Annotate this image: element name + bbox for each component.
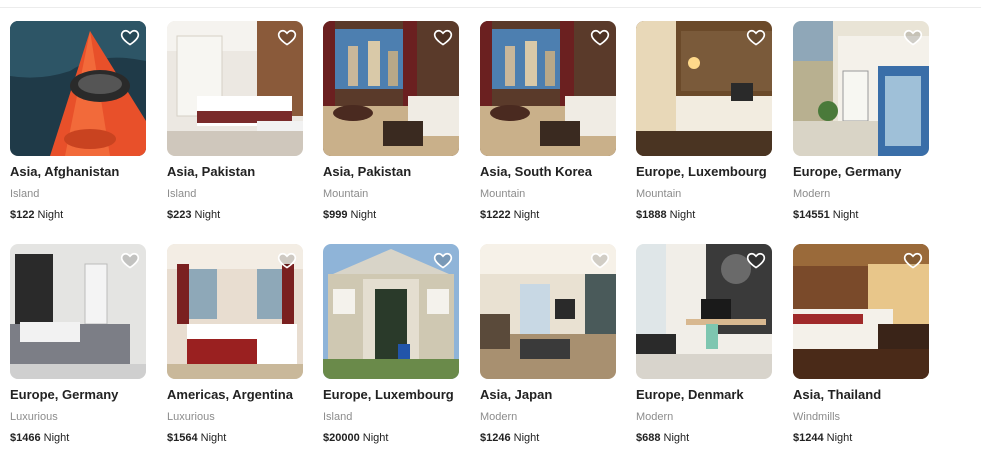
favorite-heart-icon[interactable]	[277, 250, 297, 270]
price-amount: $223	[167, 209, 192, 221]
listing-price: $223 Night	[167, 208, 303, 222]
listing-location: Europe, Germany	[10, 387, 119, 402]
listing-location: Europe, Luxembourg	[323, 387, 454, 402]
listing-photo[interactable]	[323, 244, 459, 379]
price-unit: Night	[200, 432, 227, 444]
listing-price: $14551 Night	[793, 208, 929, 222]
listing-price: $1564 Night	[167, 431, 303, 445]
price-amount: $688	[636, 432, 661, 444]
favorite-heart-icon[interactable]	[746, 250, 766, 270]
price-amount: $1244	[793, 432, 824, 444]
listing-photo[interactable]	[793, 244, 929, 379]
favorite-heart-icon[interactable]	[433, 250, 453, 270]
listing-location: Americas, Argentina	[167, 387, 293, 402]
listing-price: $1888 Night	[636, 208, 772, 222]
listing-location: Asia, Pakistan	[323, 164, 412, 179]
listings-page: Asia, Afghanistan Island $122 Night Asia…	[0, 0, 981, 467]
price-unit: Night	[43, 432, 70, 444]
price-unit: Night	[826, 432, 853, 444]
listing-price: $688 Night	[636, 431, 772, 445]
favorite-heart-icon[interactable]	[903, 27, 923, 47]
listing-category: Island	[167, 188, 197, 200]
favorite-heart-icon[interactable]	[120, 250, 140, 270]
price-amount: $1564	[167, 432, 198, 444]
listing-card[interactable]: Asia, Pakistan Island $223 Night	[167, 21, 303, 222]
listing-category: Windmills	[793, 411, 841, 423]
listing-card[interactable]: Asia, Pakistan Mountain $999 Night	[323, 21, 459, 222]
listing-card[interactable]: Europe, Germany Modern $14551 Night	[793, 21, 929, 222]
favorite-heart-icon[interactable]	[120, 27, 140, 47]
listing-location: Asia, Thailand	[793, 387, 882, 402]
listing-photo[interactable]	[793, 21, 929, 156]
listing-price: $1244 Night	[793, 431, 929, 445]
price-unit: Night	[513, 432, 540, 444]
listing-price: $1222 Night	[480, 208, 616, 222]
price-amount: $122	[10, 209, 35, 221]
favorite-heart-icon[interactable]	[277, 27, 297, 47]
price-amount: $1222	[480, 209, 511, 221]
listing-card[interactable]: Asia, South Korea Mountain $1222 Night	[480, 21, 616, 222]
listing-location: Asia, Japan	[480, 387, 553, 402]
listing-card[interactable]: Europe, Luxembourg Island $20000 Night	[323, 244, 459, 445]
listing-location: Asia, South Korea	[480, 164, 592, 179]
listing-category: Mountain	[636, 188, 682, 200]
listing-price: $1246 Night	[480, 431, 616, 445]
listing-category: Island	[10, 188, 40, 200]
listing-category: Modern	[793, 188, 831, 200]
listing-photo[interactable]	[167, 244, 303, 379]
listing-location: Europe, Germany	[793, 164, 902, 179]
listing-photo[interactable]	[10, 21, 146, 156]
price-amount: $1466	[10, 432, 41, 444]
listing-photo[interactable]	[323, 21, 459, 156]
listing-price: $122 Night	[10, 208, 146, 222]
listing-photo[interactable]	[480, 21, 616, 156]
listing-card[interactable]: Asia, Thailand Windmills $1244 Night	[793, 244, 929, 445]
listing-photo[interactable]	[167, 21, 303, 156]
favorite-heart-icon[interactable]	[903, 250, 923, 270]
listing-photo[interactable]	[636, 244, 772, 379]
price-amount: $1246	[480, 432, 511, 444]
listing-card[interactable]: Europe, Denmark Modern $688 Night	[636, 244, 772, 445]
listing-category: Modern	[636, 411, 674, 423]
listing-price: $999 Night	[323, 208, 459, 222]
listing-category: Mountain	[323, 188, 369, 200]
listing-photo[interactable]	[480, 244, 616, 379]
top-divider	[0, 7, 981, 8]
listing-card[interactable]: Europe, Luxembourg Mountain $1888 Night	[636, 21, 772, 222]
price-amount: $14551	[793, 209, 830, 221]
price-unit: Night	[513, 209, 540, 221]
price-unit: Night	[832, 209, 859, 221]
listing-location: Europe, Luxembourg	[636, 164, 767, 179]
listing-category: Luxurious	[167, 411, 215, 423]
favorite-heart-icon[interactable]	[433, 27, 453, 47]
listing-category: Luxurious	[10, 411, 58, 423]
price-unit: Night	[194, 209, 221, 221]
listing-photo[interactable]	[10, 244, 146, 379]
listing-photo[interactable]	[636, 21, 772, 156]
favorite-heart-icon[interactable]	[590, 27, 610, 47]
listing-card[interactable]: Asia, Afghanistan Island $122 Night	[10, 21, 146, 222]
listing-location: Europe, Denmark	[636, 387, 744, 402]
favorite-heart-icon[interactable]	[746, 27, 766, 47]
listing-category: Island	[323, 411, 353, 423]
listing-category: Modern	[480, 411, 518, 423]
listing-category: Mountain	[480, 188, 526, 200]
price-amount: $1888	[636, 209, 667, 221]
listing-card[interactable]: Europe, Germany Luxurious $1466 Night	[10, 244, 146, 445]
listing-card[interactable]: Asia, Japan Modern $1246 Night	[480, 244, 616, 445]
price-unit: Night	[350, 209, 377, 221]
listing-price: $20000 Night	[323, 431, 459, 445]
price-unit: Night	[663, 432, 690, 444]
price-unit: Night	[37, 209, 64, 221]
favorite-heart-icon[interactable]	[590, 250, 610, 270]
listing-location: Asia, Afghanistan	[10, 164, 120, 179]
price-unit: Night	[362, 432, 389, 444]
price-amount: $20000	[323, 432, 360, 444]
price-amount: $999	[323, 209, 348, 221]
listing-location: Asia, Pakistan	[167, 164, 256, 179]
listing-card[interactable]: Americas, Argentina Luxurious $1564 Nigh…	[167, 244, 303, 445]
listing-price: $1466 Night	[10, 431, 146, 445]
price-unit: Night	[669, 209, 696, 221]
